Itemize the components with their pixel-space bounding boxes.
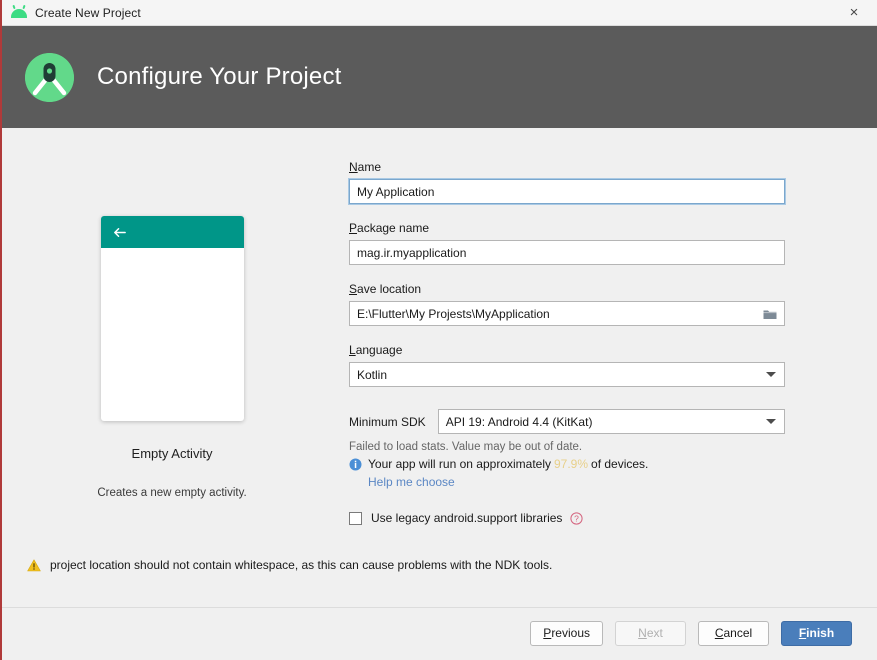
project-config-form: Name My Application Package name mag.ir.…: [349, 128, 785, 525]
stats-failed-text: Failed to load stats. Value may be out o…: [349, 441, 583, 453]
package-name-input-value: mag.ir.myapplication: [357, 245, 467, 260]
page-title: Configure Your Project: [97, 63, 342, 90]
question-mark-icon[interactable]: ?: [570, 511, 584, 525]
previous-button[interactable]: Previous: [530, 620, 603, 646]
package-name-group: Package name mag.ir.myapplication: [349, 221, 785, 265]
package-name-input[interactable]: mag.ir.myapplication: [349, 240, 785, 265]
legacy-libraries-checkbox[interactable]: [349, 511, 362, 525]
svg-text:?: ?: [575, 513, 580, 523]
save-location-input-value: E:\Flutter\My Projests\MyApplication: [357, 306, 550, 321]
create-new-project-dialog: Create New Project × Configure Your Proj…: [0, 0, 877, 660]
arrow-left-icon: [113, 227, 126, 237]
validation-warning-text: project location should not contain whit…: [50, 558, 553, 572]
save-location-group: Save location E:\Flutter\My Projests\MyA…: [349, 282, 785, 326]
android-studio-logo: [25, 52, 74, 102]
coverage-suffix: of devices.: [591, 457, 649, 471]
dialog-footer: Previous Next Cancel Finish: [2, 608, 877, 658]
activity-template-name: Empty Activity: [131, 446, 213, 461]
legacy-libraries-label: Use legacy android.support libraries: [371, 511, 563, 525]
activity-template-description: Creates a new empty activity.: [97, 487, 247, 499]
minimum-sdk-select[interactable]: API 19: Android 4.4 (KitKat): [437, 409, 785, 434]
minimum-sdk-group: Minimum SDK API 19: Android 4.4 (KitKat)…: [349, 409, 785, 489]
window-titlebar: Create New Project ×: [2, 0, 877, 26]
cancel-button[interactable]: Cancel: [698, 620, 769, 646]
chevron-down-icon: [766, 372, 776, 377]
android-head-icon: [11, 6, 27, 19]
language-select[interactable]: Kotlin: [349, 362, 785, 387]
next-button: Next: [615, 620, 686, 646]
device-coverage-line: Your app will run on approximately 97.9%…: [349, 457, 785, 471]
name-input[interactable]: My Application: [349, 179, 785, 204]
validation-warning: project location should not contain whit…: [27, 558, 552, 572]
name-group: Name My Application: [349, 160, 785, 204]
dialog-body: Empty Activity Creates a new empty activ…: [2, 128, 877, 606]
close-icon[interactable]: ×: [831, 0, 877, 25]
window-title: Create New Project: [35, 5, 141, 20]
language-group: Language Kotlin: [349, 343, 785, 387]
name-input-value: My Application: [357, 184, 435, 199]
save-location-input[interactable]: E:\Flutter\My Projests\MyApplication: [349, 301, 785, 326]
minimum-sdk-select-value: API 19: Android 4.4 (KitKat): [445, 414, 593, 429]
help-me-choose-link[interactable]: Help me choose: [368, 475, 785, 489]
finish-button[interactable]: Finish: [781, 620, 852, 646]
coverage-prefix: Your app will run on approximately: [368, 457, 551, 471]
activity-preview-panel: Empty Activity Creates a new empty activ…: [2, 128, 342, 499]
language-select-value: Kotlin: [357, 367, 388, 382]
dialog-header: Configure Your Project: [2, 26, 877, 128]
save-location-label: Save location: [349, 282, 422, 296]
language-label: Language: [349, 343, 403, 357]
chevron-down-icon: [766, 419, 776, 424]
package-name-label: Package name: [349, 221, 430, 235]
legacy-libraries-row[interactable]: Use legacy android.support libraries ?: [349, 511, 785, 525]
coverage-percent: 97.9%: [554, 457, 589, 471]
activity-preview-thumbnail: [100, 216, 244, 421]
folder-icon[interactable]: [763, 308, 777, 320]
preview-appbar: [100, 216, 244, 248]
warning-triangle-icon: [27, 559, 41, 571]
info-icon: [349, 458, 362, 470]
name-label: Name: [349, 160, 382, 174]
minimum-sdk-label: Minimum SDK: [349, 414, 426, 429]
